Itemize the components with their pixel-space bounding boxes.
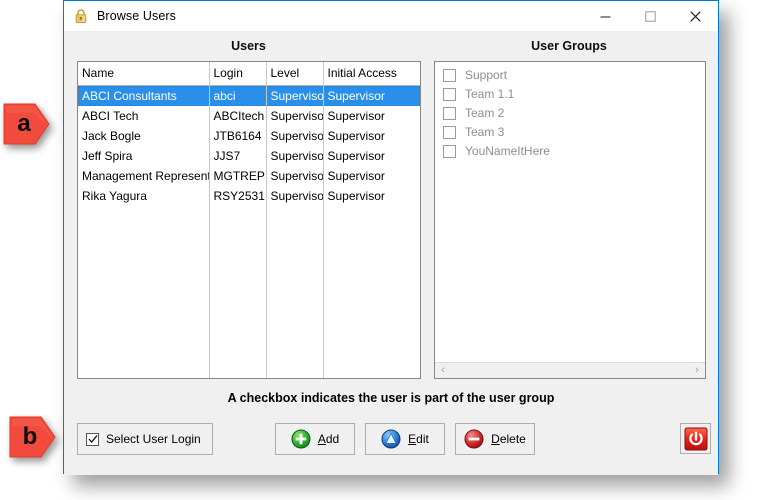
users-section-title: Users	[76, 39, 421, 53]
horizontal-scrollbar[interactable]: ‹ ›	[435, 362, 705, 378]
maximize-button[interactable]	[628, 1, 673, 31]
group-label: Support	[465, 68, 507, 82]
table-row[interactable]: ABCI Tech ABCItech Supervisor Supervisor	[78, 106, 420, 126]
cell-login: JJS7	[209, 146, 266, 166]
group-label: Team 3	[465, 125, 504, 139]
callout-label-b: b	[8, 414, 52, 460]
close-button[interactable]	[673, 1, 718, 31]
cell-name: Rika Yagura	[78, 186, 209, 206]
group-checkbox[interactable]	[443, 69, 456, 82]
caption-text: A checkbox indicates the user is part of…	[64, 391, 718, 405]
table-row[interactable]: Jack Bogle JTB6164 Supervisor Supervisor	[78, 126, 420, 146]
group-label: Team 1.1	[465, 87, 514, 101]
list-item[interactable]: Support	[435, 66, 705, 84]
callout-badge-a: a	[2, 101, 54, 147]
window-controls	[583, 1, 718, 31]
add-mnemonic: A	[318, 432, 326, 446]
table-header-row: Name Login Level Initial Access	[78, 62, 420, 86]
table-row[interactable]: Management Representative MGTREP Supervi…	[78, 166, 420, 186]
table-row[interactable]: Rika Yagura RSY2531 Supervisor Superviso…	[78, 186, 420, 206]
cell-initial-access: Supervisor	[323, 186, 420, 206]
cell-level: Supervisor	[266, 146, 323, 166]
cell-login: abci	[209, 86, 266, 107]
edit-rest: dit	[416, 432, 429, 446]
close-icon	[690, 11, 701, 22]
delete-button[interactable]: Delete	[455, 423, 535, 455]
column-header-name[interactable]: Name	[78, 62, 209, 86]
callout-label-a: a	[2, 101, 46, 147]
cell-initial-access: Supervisor	[323, 166, 420, 186]
delete-rest: elete	[500, 432, 526, 446]
cell-level: Supervisor	[266, 166, 323, 186]
cell-level: Supervisor	[266, 186, 323, 206]
column-header-login[interactable]: Login	[209, 62, 266, 86]
padlock-icon	[73, 8, 89, 24]
users-list-panel[interactable]: Name Login Level Initial Access ABCI Con…	[77, 61, 421, 379]
users-table-body: ABCI Consultants abci Supervisor Supervi…	[78, 86, 420, 207]
minimize-button[interactable]	[583, 1, 628, 31]
power-icon	[684, 427, 708, 451]
cell-initial-access: Supervisor	[323, 126, 420, 146]
screenshot-root: Browse Users	[0, 0, 759, 500]
cell-name: Jeff Spira	[78, 146, 209, 166]
edit-button[interactable]: Edit	[365, 423, 445, 455]
column-header-level[interactable]: Level	[266, 62, 323, 86]
group-checkbox[interactable]	[443, 145, 456, 158]
select-user-login-checkbox[interactable]: Select User Login	[77, 423, 213, 455]
cell-name: ABCI Consultants	[78, 86, 209, 107]
user-groups-panel[interactable]: Support Team 1.1 Team 2 Team 3 YouNameIt…	[434, 61, 706, 379]
delete-button-label: Delete	[491, 432, 526, 446]
cell-level: Supervisor	[266, 86, 323, 107]
checkbox-box[interactable]	[86, 433, 99, 446]
cell-name: Management Representative	[78, 166, 209, 186]
title-bar: Browse Users	[64, 1, 718, 31]
scroll-left-arrow-icon[interactable]: ‹	[435, 363, 451, 378]
add-button[interactable]: Add	[275, 423, 355, 455]
cell-initial-access: Supervisor	[323, 86, 420, 107]
check-icon	[88, 434, 98, 444]
minimize-icon	[600, 11, 611, 22]
group-checkbox[interactable]	[443, 88, 456, 101]
cell-login: RSY2531	[209, 186, 266, 206]
column-header-initial-access[interactable]: Initial Access	[323, 62, 420, 86]
edit-button-label: Edit	[408, 432, 429, 446]
cell-login: ABCItech	[209, 106, 266, 126]
group-checkbox[interactable]	[443, 126, 456, 139]
group-checkbox[interactable]	[443, 107, 456, 120]
table-row[interactable]: ABCI Consultants abci Supervisor Supervi…	[78, 86, 420, 107]
users-table: Name Login Level Initial Access ABCI Con…	[78, 62, 420, 206]
callout-badge-b: b	[8, 414, 60, 460]
list-item[interactable]: Team 3	[435, 123, 705, 141]
maximize-icon	[645, 11, 656, 22]
cell-initial-access: Supervisor	[323, 146, 420, 166]
list-item[interactable]: Team 1.1	[435, 85, 705, 103]
plus-circle-icon	[291, 429, 311, 449]
cell-level: Supervisor	[266, 126, 323, 146]
cell-name: Jack Bogle	[78, 126, 209, 146]
cell-login: MGTREP	[209, 166, 266, 186]
users-table-header: Name Login Level Initial Access	[78, 62, 420, 86]
triangle-circle-icon	[381, 429, 401, 449]
groups-section-title: User Groups	[434, 39, 704, 53]
list-item[interactable]: YouNameItHere	[435, 142, 705, 160]
table-row[interactable]: Jeff Spira JJS7 Supervisor Supervisor	[78, 146, 420, 166]
add-button-label: Add	[318, 432, 339, 446]
cell-name: ABCI Tech	[78, 106, 209, 126]
cell-login: JTB6164	[209, 126, 266, 146]
delete-mnemonic: D	[491, 432, 500, 446]
minus-circle-icon	[464, 429, 484, 449]
group-label: YouNameItHere	[465, 144, 550, 158]
cell-level: Supervisor	[266, 106, 323, 126]
cell-initial-access: Supervisor	[323, 106, 420, 126]
select-user-login-label: Select User Login	[106, 432, 201, 446]
browse-users-window: Browse Users	[63, 0, 719, 474]
client-area: Users User Groups Name Login	[64, 31, 718, 475]
exit-button[interactable]	[680, 423, 711, 454]
list-item[interactable]: Team 2	[435, 104, 705, 122]
window-title: Browse Users	[97, 9, 176, 23]
scroll-right-arrow-icon[interactable]: ›	[689, 363, 705, 378]
add-rest: dd	[326, 432, 339, 446]
group-label: Team 2	[465, 106, 504, 120]
edit-mnemonic: E	[408, 432, 416, 446]
